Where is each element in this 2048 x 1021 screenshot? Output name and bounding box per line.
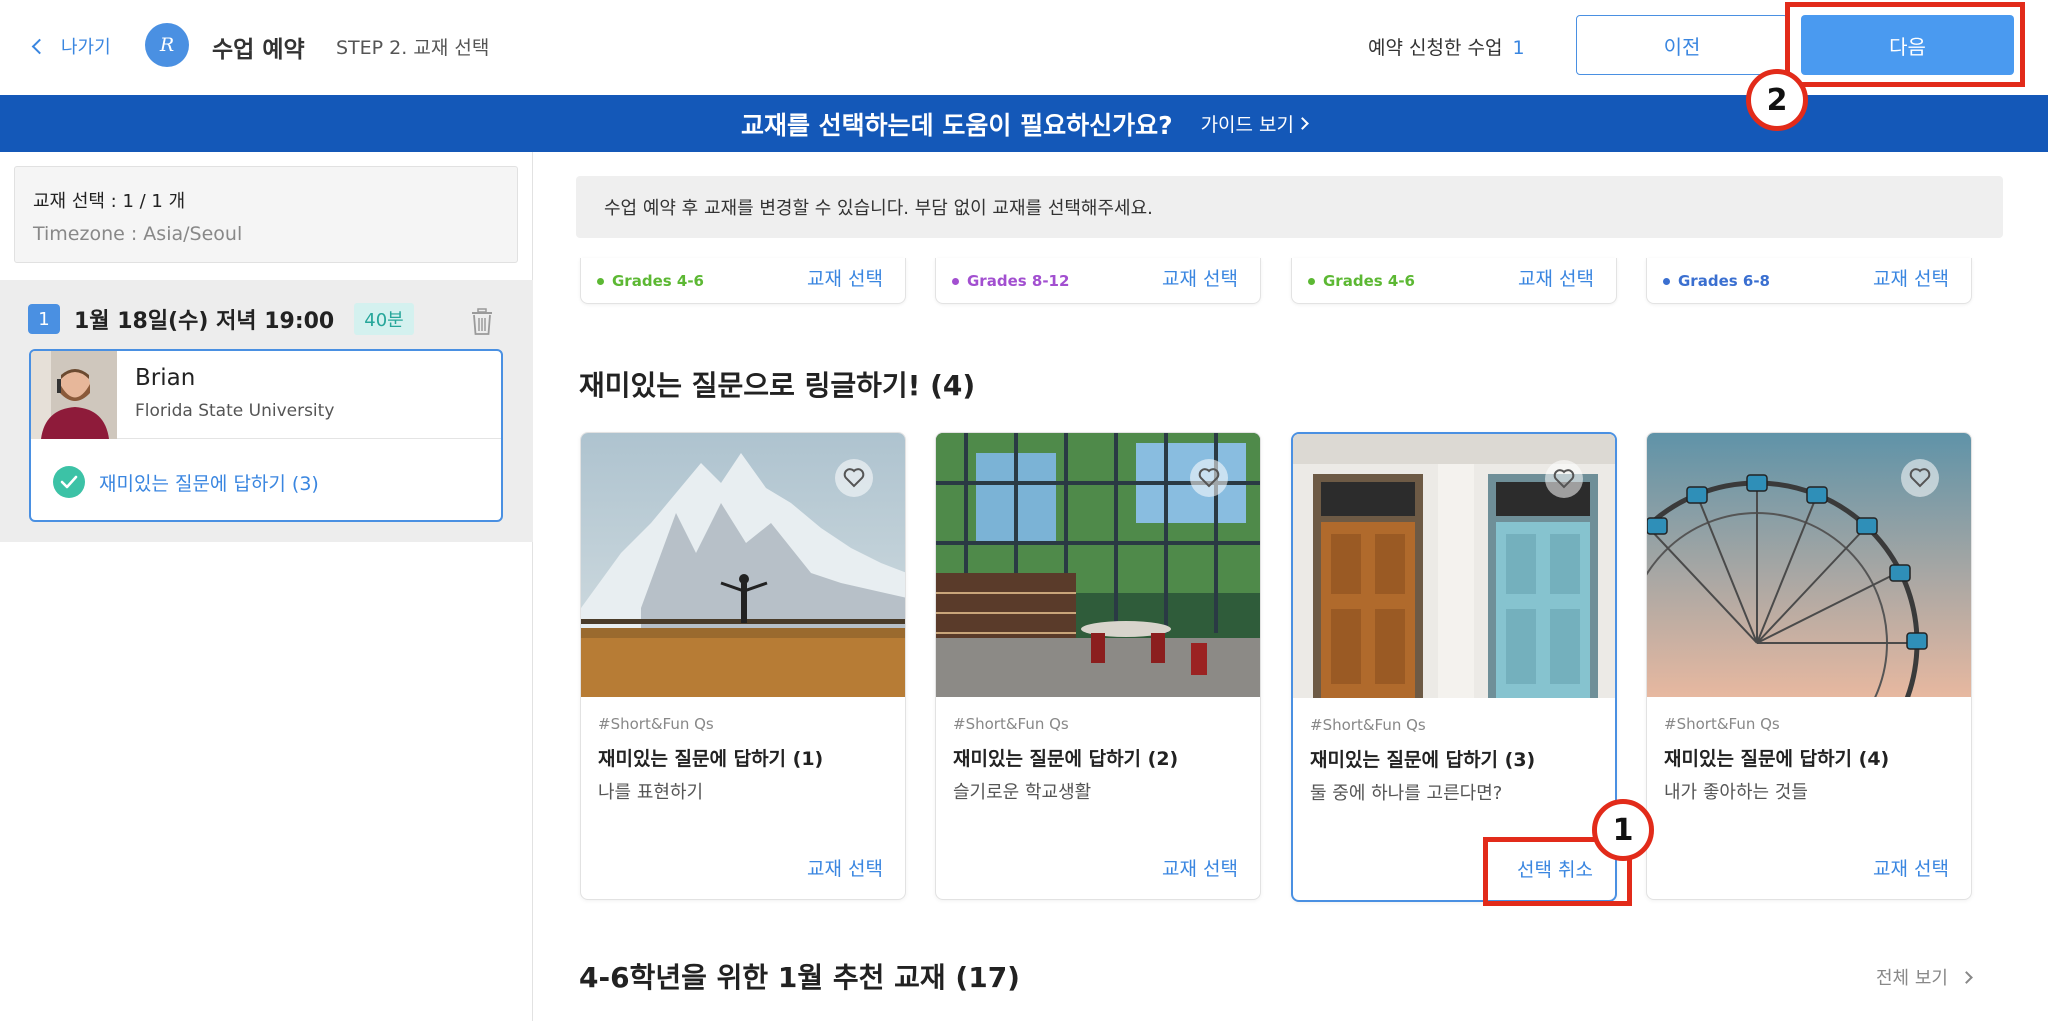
reserved-count: 1 — [1512, 37, 1525, 59]
grade-text: Grades 8-12 — [967, 272, 1070, 290]
lesson-date: 1월 18일(수) 저녁 19:00 — [74, 309, 335, 334]
grade-text: Grades 6-8 — [1678, 272, 1770, 290]
chevron-right-icon — [1296, 117, 1309, 130]
next-button[interactable]: 다음 — [1801, 15, 2014, 75]
heart-icon[interactable] — [1901, 459, 1939, 497]
reserved-lessons: 예약 신청한 수업 1 — [1368, 33, 1525, 60]
main-content: 수업 예약 후 교재를 변경할 수 있습니다. 부담 없이 교재를 선택해주세요… — [533, 152, 2048, 1021]
grade-dot — [1663, 277, 1670, 285]
grade-text: Grades 4-6 — [612, 272, 704, 290]
page-title: 수업 예약 — [212, 37, 305, 63]
choose-material-button[interactable]: 교재 선택 — [807, 854, 883, 881]
card-tag: #Short&Fun Qs — [1664, 715, 1780, 733]
exit-label: 나가기 — [61, 37, 111, 58]
annotation-badge-1: 1 — [1592, 799, 1654, 861]
material-card-prev-4: Grades 6-8 교재 선택 — [1646, 258, 1972, 304]
reserved-label: 예약 신청한 수업 — [1368, 37, 1503, 59]
tutor-university: Florida State University — [135, 401, 335, 421]
material-card-prev-1: Grades 4-6 교재 선택 — [580, 258, 906, 304]
grade-text: Grades 4-6 — [1323, 272, 1415, 290]
guide-label: 가이드 보기 — [1200, 114, 1295, 136]
lesson-number-badge: 1 — [28, 304, 60, 334]
duration-badge: 40분 — [354, 303, 414, 335]
check-icon — [53, 466, 85, 498]
choose-material-button[interactable]: 교재 선택 — [1873, 854, 1949, 881]
card-tag: #Short&Fun Qs — [598, 715, 714, 733]
card-title: 재미있는 질문에 답하기 (4) — [1664, 748, 1890, 770]
annotation-badge-2: 2 — [1746, 69, 1808, 131]
lesson-header: 1 1월 18일(수) 저녁 19:00 40분 — [28, 303, 414, 335]
grade-dot — [1308, 277, 1315, 285]
selected-material-name: 재미있는 질문에 답하기 (3) — [99, 472, 319, 495]
card-title: 재미있는 질문에 답하기 (2) — [953, 748, 1179, 770]
step-label: STEP 2. 교재 선택 — [336, 37, 490, 59]
notice-bar: 수업 예약 후 교재를 변경할 수 있습니다. 부담 없이 교재를 선택해주세요… — [576, 176, 2003, 238]
timezone-label: Timezone : Asia/Seoul — [33, 223, 243, 245]
grade-label: Grades 4-6 — [597, 272, 704, 290]
choose-material-button[interactable]: 교재 선택 — [807, 264, 883, 291]
grade-dot — [952, 277, 959, 285]
card-title: 재미있는 질문에 답하기 (1) — [598, 748, 824, 770]
grade-label: Grades 4-6 — [1308, 272, 1415, 290]
choose-material-button[interactable]: 교재 선택 — [1162, 854, 1238, 881]
lesson-slot: 1 1월 18일(수) 저녁 19:00 40분 Brian Florida S… — [0, 280, 533, 542]
material-card-prev-2: Grades 8-12 교재 선택 — [935, 258, 1261, 304]
heart-icon[interactable] — [835, 459, 873, 497]
choose-material-button[interactable]: 교재 선택 — [1518, 264, 1594, 291]
card-tag: #Short&Fun Qs — [953, 715, 1069, 733]
material-card-1[interactable]: #Short&Fun Qs 재미있는 질문에 답하기 (1) 나를 표현하기 교… — [580, 432, 906, 900]
card-subtitle: 둘 중에 하나를 고른다면? — [1310, 783, 1503, 804]
logo-mark: R — [159, 34, 175, 56]
exit-link[interactable]: 나가기 — [30, 30, 111, 62]
app-logo: R — [145, 23, 189, 67]
card-subtitle: 슬기로운 학교생활 — [953, 782, 1092, 803]
cancel-selection-button[interactable]: 선택 취소 — [1517, 855, 1593, 882]
tutor-name: Brian — [135, 365, 196, 391]
guide-link[interactable]: 가이드 보기 — [1200, 110, 1309, 137]
section-title-fun-questions: 재미있는 질문으로 링글하기! (4) — [579, 369, 976, 402]
grade-label: Grades 8-12 — [952, 272, 1069, 290]
banner-question: 교재를 선택하는데 도움이 필요하신가요? — [740, 110, 1173, 140]
heart-icon[interactable] — [1190, 459, 1228, 497]
tutor-card[interactable]: Brian Florida State University 재미있는 질문에 … — [29, 349, 503, 522]
card-tag: #Short&Fun Qs — [1310, 716, 1426, 734]
selection-count: 교재 선택 : 1 / 1 개 — [33, 191, 186, 212]
chevron-right-icon — [1960, 970, 1973, 984]
trash-icon[interactable] — [470, 308, 494, 336]
card-subtitle: 내가 좋아하는 것들 — [1664, 782, 1808, 803]
selection-summary: 교재 선택 : 1 / 1 개 Timezone : Asia/Seoul — [14, 166, 518, 263]
heart-icon[interactable] — [1545, 460, 1583, 498]
view-all-link[interactable]: 전체 보기 — [1876, 964, 1973, 990]
section-title-recommended: 4-6학년을 위한 1월 추천 교재 (17) — [579, 961, 1020, 994]
help-banner: 교재를 선택하는데 도움이 필요하신가요? 가이드 보기 — [0, 95, 2048, 152]
material-card-2[interactable]: #Short&Fun Qs 재미있는 질문에 답하기 (2) 슬기로운 학교생활… — [935, 432, 1261, 900]
material-card-4[interactable]: #Short&Fun Qs 재미있는 질문에 답하기 (4) 내가 좋아하는 것… — [1646, 432, 1972, 900]
card-subtitle: 나를 표현하기 — [598, 782, 704, 803]
tutor-avatar — [31, 351, 117, 439]
choose-material-button[interactable]: 교재 선택 — [1162, 264, 1238, 291]
selected-material: 재미있는 질문에 답하기 (3) — [53, 466, 319, 498]
top-header: 나가기 R 수업 예약 STEP 2. 교재 선택 예약 신청한 수업 1 이전 … — [0, 0, 2048, 95]
previous-button[interactable]: 이전 — [1576, 15, 1788, 75]
view-all-label: 전체 보기 — [1876, 968, 1948, 989]
choose-material-button[interactable]: 교재 선택 — [1873, 264, 1949, 291]
chevron-left-icon — [31, 38, 48, 54]
sidebar: 교재 선택 : 1 / 1 개 Timezone : Asia/Seoul 1 … — [0, 152, 533, 1021]
grade-dot — [597, 277, 604, 285]
material-card-prev-3: Grades 4-6 교재 선택 — [1291, 258, 1617, 304]
card-title: 재미있는 질문에 답하기 (3) — [1310, 749, 1536, 771]
material-card-3[interactable]: #Short&Fun Qs 재미있는 질문에 답하기 (3) 둘 중에 하나를 … — [1291, 432, 1617, 902]
tutor-info: Brian Florida State University — [31, 351, 501, 439]
grade-label: Grades 6-8 — [1663, 272, 1770, 290]
